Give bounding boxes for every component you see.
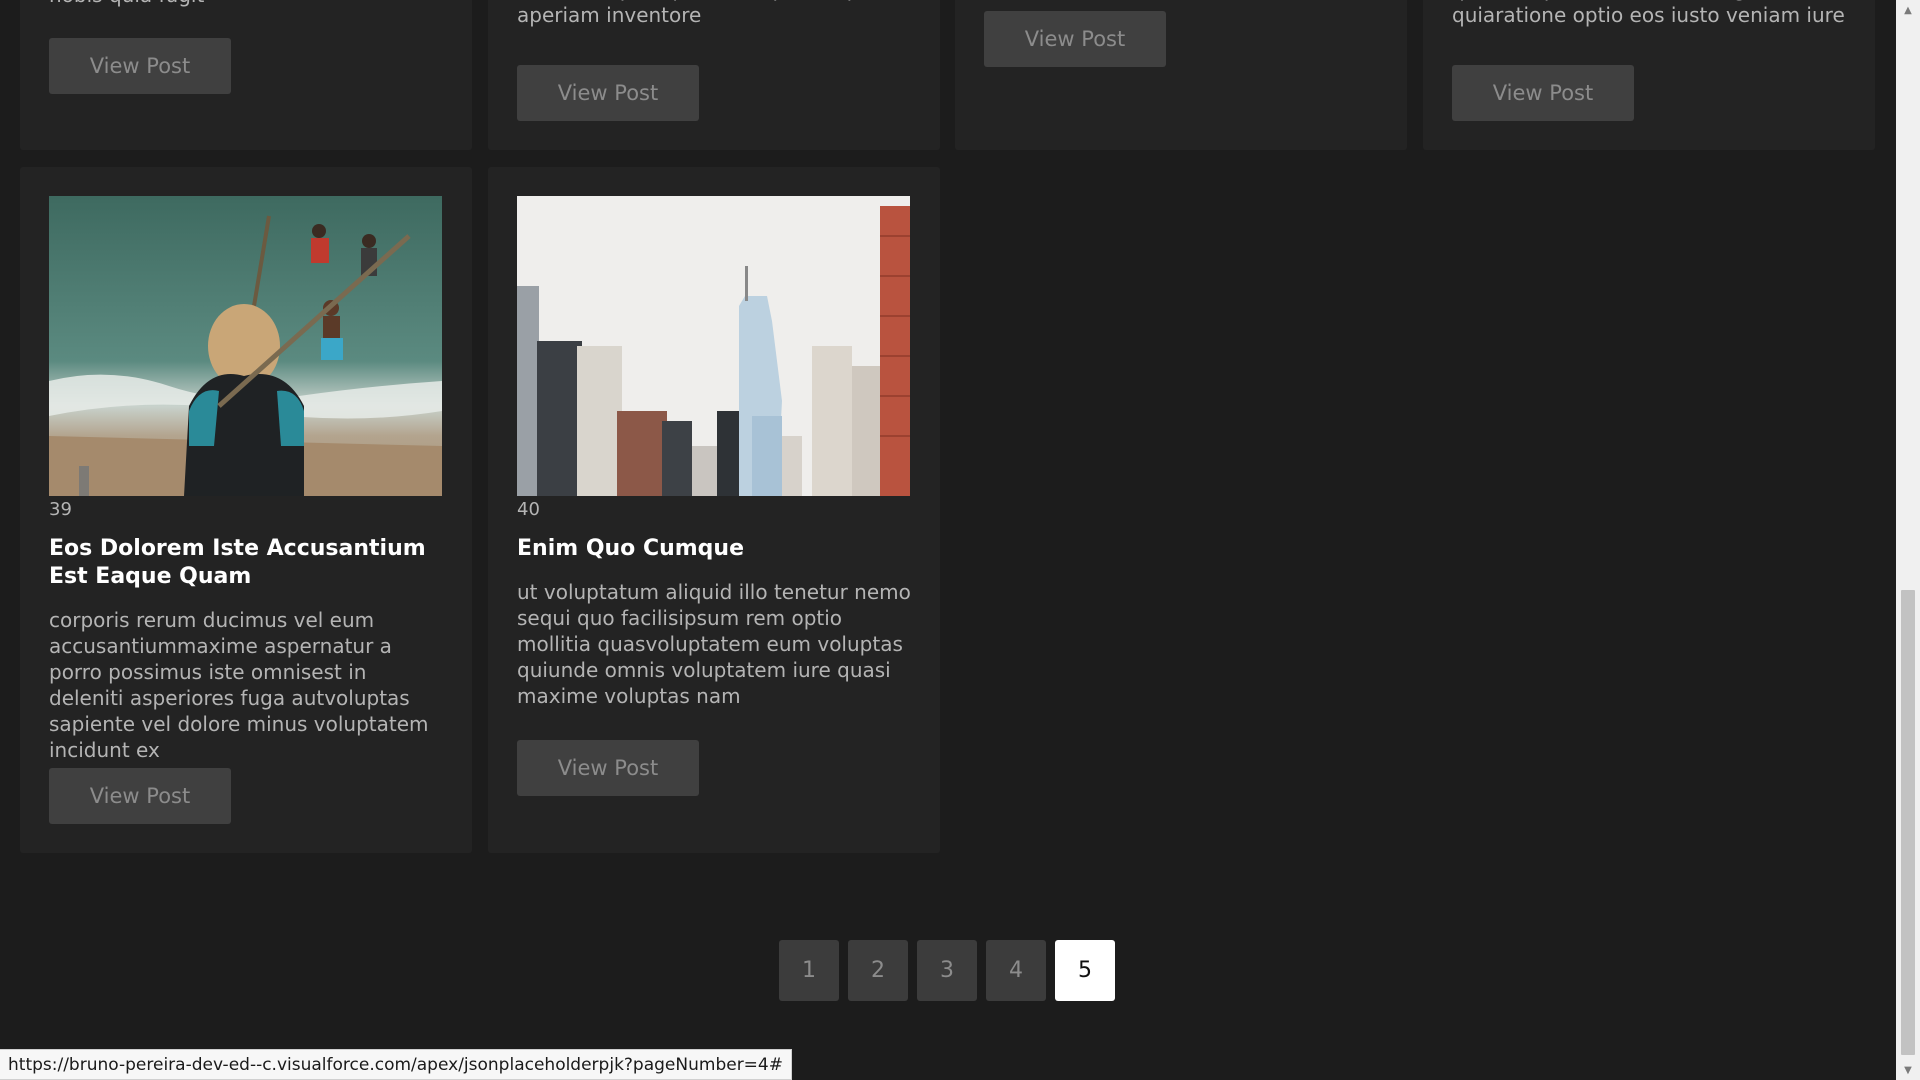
post-excerpt: occaecatiqui aspernatur quia eaque ut ap…: [517, 0, 904, 27]
post-excerpt: nobis quia fugit: [49, 0, 444, 8]
post-excerpt: quia voluptatem delectus fugit aut id qu…: [1452, 0, 1845, 27]
page-button-5[interactable]: 5: [1055, 940, 1115, 1001]
post-card: 40 Enim Quo Cumque ut voluptatum aliquid…: [488, 167, 940, 853]
post-image: [517, 196, 910, 496]
scroll-up-arrow-icon[interactable]: ▲: [1896, 0, 1920, 20]
view-post-button[interactable]: View Post: [984, 11, 1166, 67]
status-bar-url: https://bruno-pereira-dev-ed--c.visualfo…: [0, 1049, 792, 1080]
post-card: quia voluptatem delectus fugit aut id qu…: [1423, 0, 1875, 150]
page-button-1[interactable]: 1: [779, 940, 839, 1001]
post-card: 39 Eos Dolorem Iste Accusantium Est Eaqu…: [20, 167, 472, 853]
beach-surfers-photo: [49, 196, 442, 496]
post-number: 39: [49, 499, 72, 520]
page-button-4[interactable]: 4: [986, 940, 1046, 1001]
post-number: 40: [517, 499, 540, 520]
city-skyline-photo: [517, 196, 910, 496]
view-post-button[interactable]: View Post: [49, 768, 231, 824]
pagination: 1 2 3 4 5: [779, 940, 1115, 1001]
page-button-2[interactable]: 2: [848, 940, 908, 1001]
post-card: occaecatiqui aspernatur quia eaque ut ap…: [488, 0, 940, 150]
view-post-button[interactable]: View Post: [1452, 65, 1634, 121]
view-post-button[interactable]: View Post: [517, 65, 699, 121]
post-title: Eos Dolorem Iste Accusantium Est Eaque Q…: [49, 536, 426, 589]
post-card: View Post: [955, 0, 1407, 150]
scrollbar-thumb[interactable]: [1901, 590, 1915, 1055]
post-title: Enim Quo Cumque: [517, 536, 745, 561]
post-excerpt: corporis rerum ducimus vel eum accusanti…: [49, 608, 429, 762]
posts-page: nobis quia fugit View Post occaecatiqui …: [0, 0, 1896, 1080]
post-excerpt: ut voluptatum aliquid illo tenetur nemo …: [517, 580, 911, 708]
view-post-button[interactable]: View Post: [49, 38, 231, 94]
scroll-down-arrow-icon[interactable]: ▼: [1896, 1060, 1920, 1080]
post-image: [49, 196, 442, 496]
vertical-scrollbar[interactable]: ▲ ▼: [1896, 0, 1920, 1080]
view-post-button[interactable]: View Post: [517, 740, 699, 796]
page-button-3[interactable]: 3: [917, 940, 977, 1001]
post-card: nobis quia fugit View Post: [20, 0, 472, 150]
